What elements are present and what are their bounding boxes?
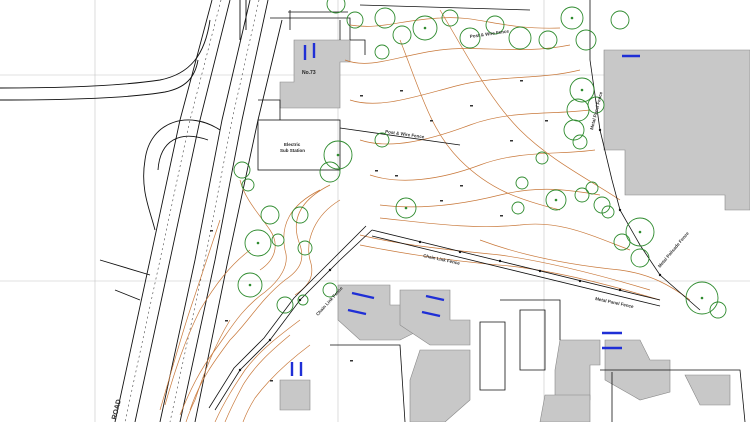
building-south-7 xyxy=(684,374,731,406)
substation-label-line1: Electric xyxy=(284,142,301,147)
building-east xyxy=(603,49,750,211)
building-south-3 xyxy=(409,349,471,422)
buildings xyxy=(279,39,750,422)
fence-label-b: Post & Wire Fence xyxy=(385,129,425,140)
building-number-label: No.73 xyxy=(302,70,316,76)
road-lines xyxy=(0,0,283,422)
fence-label-c: Chain Link Fence xyxy=(423,253,461,266)
topographic-survey-drawing: No.73 Electric Sub Station ROAD Post & W… xyxy=(0,0,750,422)
substation-label-line2: Sub Station xyxy=(280,148,305,153)
building-south-4 xyxy=(554,339,601,401)
building-south-6 xyxy=(539,394,591,422)
fence-label-g: Metal Palisade Fence xyxy=(657,230,690,268)
survey-map: No.73 Electric Sub Station ROAD Post & W… xyxy=(0,0,750,422)
road-name-label: ROAD xyxy=(111,399,123,421)
building-sw xyxy=(279,379,311,411)
